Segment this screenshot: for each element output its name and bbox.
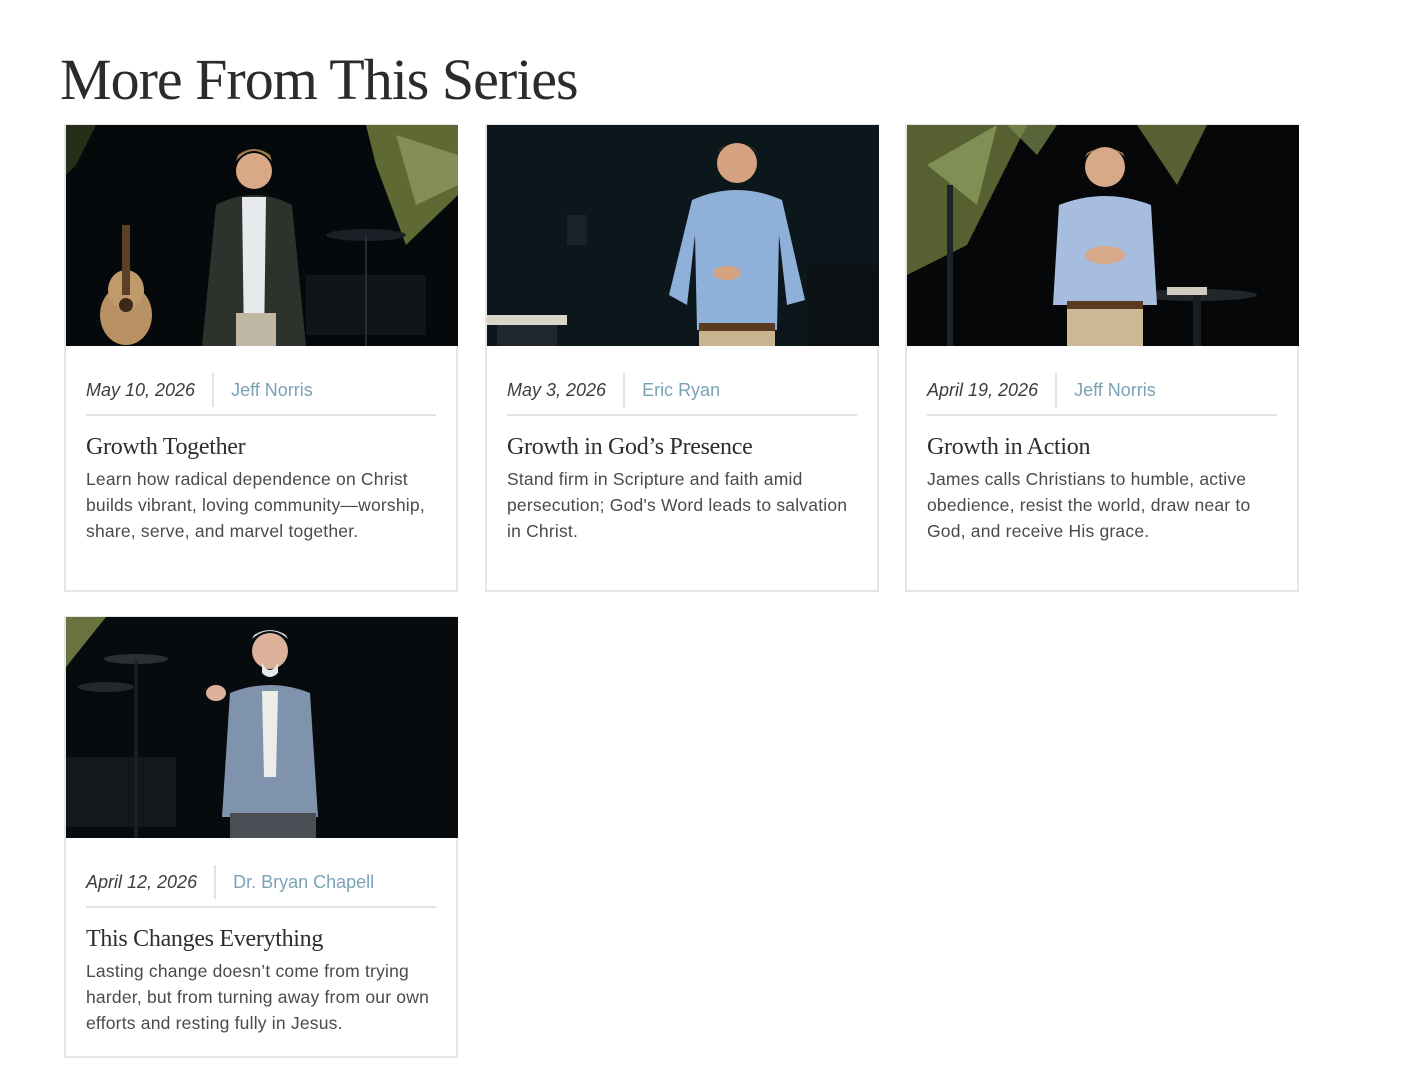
card-meta: May 10, 2026 Jeff Norris: [86, 370, 436, 416]
sermon-thumbnail[interactable]: [487, 125, 879, 346]
sermon-card[interactable]: April 19, 2026 Jeff Norris Growth in Act…: [905, 124, 1299, 592]
speaker-link[interactable]: Jeff Norris: [214, 373, 313, 407]
sermon-card[interactable]: May 10, 2026 Jeff Norris Growth Together…: [64, 124, 458, 592]
sermon-thumbnail[interactable]: [66, 617, 458, 838]
card-meta: May 3, 2026 Eric Ryan: [507, 370, 857, 416]
sermon-title[interactable]: Growth in Action: [927, 432, 1277, 462]
sermon-title[interactable]: Growth Together: [86, 432, 436, 462]
speaker-photo: [66, 125, 458, 346]
speaker-link[interactable]: Dr. Bryan Chapell: [216, 865, 374, 899]
speaker-photo: [907, 125, 1299, 346]
sermon-card[interactable]: April 12, 2026 Dr. Bryan Chapell This Ch…: [64, 616, 458, 1058]
sermon-description: Learn how radical dependence on Christ b…: [86, 469, 425, 541]
sermon-date: May 10, 2026: [86, 373, 215, 407]
card-meta: April 12, 2026 Dr. Bryan Chapell: [86, 862, 436, 908]
sermon-description: Stand firm in Scripture and faith amid p…: [507, 469, 848, 541]
speaker-photo: [66, 617, 458, 838]
sermon-thumbnail[interactable]: [66, 125, 458, 346]
speaker-link[interactable]: Jeff Norris: [1057, 373, 1156, 407]
card-meta: April 19, 2026 Jeff Norris: [927, 370, 1277, 416]
speaker-link[interactable]: Eric Ryan: [625, 373, 720, 407]
sermon-title[interactable]: Growth in God’s Presence: [507, 432, 857, 462]
sermon-date: April 19, 2026: [927, 373, 1058, 407]
sermon-date: April 12, 2026: [86, 865, 217, 899]
sermon-card[interactable]: May 3, 2026 Eric Ryan Growth in God’s Pr…: [485, 124, 879, 592]
sermon-description: Lasting change doesn’t come from trying …: [86, 961, 430, 1033]
sermon-date: May 3, 2026: [507, 373, 626, 407]
sermon-thumbnail[interactable]: [907, 125, 1299, 346]
sermon-description: James calls Christians to humble, active…: [927, 469, 1251, 541]
speaker-photo: [487, 125, 879, 346]
sermon-title[interactable]: This Changes Everything: [86, 924, 436, 954]
section-title: More From This Series: [60, 47, 579, 112]
